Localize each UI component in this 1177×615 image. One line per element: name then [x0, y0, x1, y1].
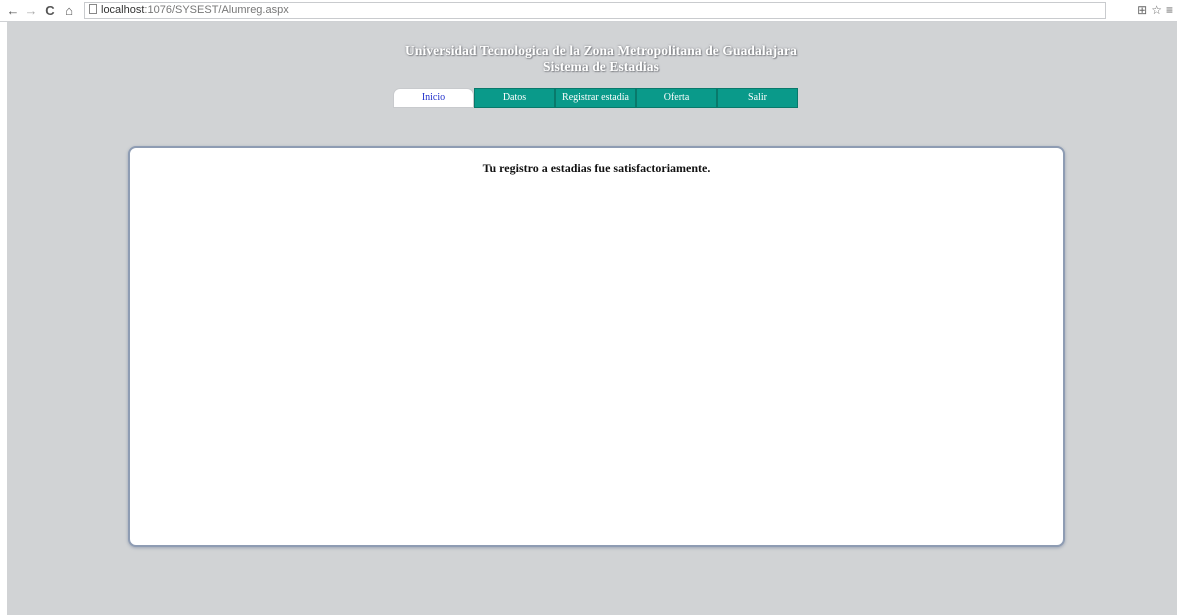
back-arrow-icon[interactable]: ←: [6, 2, 20, 19]
browser-actions: ⊞ ☆ ≡: [1133, 2, 1173, 19]
forward-arrow-icon[interactable]: →: [24, 2, 38, 19]
browser-toolbar: ← → C ⌂ localhost:1076/SYSEST/Alumreg.as…: [0, 0, 1177, 22]
menu-item-inicio[interactable]: Inicio: [393, 88, 474, 108]
menu-icon[interactable]: ≡: [1166, 3, 1173, 17]
url-host: localhost: [101, 4, 145, 16]
page-body: Universidad Tecnologica de la Zona Metro…: [7, 22, 1177, 615]
site-subtitle: Sistema de Estadias: [543, 59, 659, 74]
home-icon[interactable]: ⌂: [62, 2, 76, 19]
success-message: Tu registro a estadias fue satisfactoria…: [482, 161, 711, 175]
address-bar[interactable]: localhost:1076/SYSEST/Alumreg.aspx: [84, 2, 1106, 19]
menu-item-datos[interactable]: Datos: [474, 88, 555, 108]
star-icon[interactable]: ☆: [1151, 3, 1162, 17]
main-menu: Inicio Datos Registrar estadía Oferta Sa…: [393, 88, 798, 108]
url-path: :1076/SYSEST/Alumreg.aspx: [144, 4, 289, 16]
translate-icon[interactable]: ⊞: [1137, 3, 1147, 17]
page-icon: [89, 4, 97, 14]
content-panel: Tu registro a estadias fue satisfactoria…: [128, 146, 1065, 547]
menu-item-registrar-estadia[interactable]: Registrar estadía: [555, 88, 636, 108]
menu-item-oferta[interactable]: Oferta: [636, 88, 717, 108]
menu-item-salir[interactable]: Salir: [717, 88, 798, 108]
site-title: Universidad Tecnologica de la Zona Metro…: [405, 43, 797, 58]
reload-icon[interactable]: C: [44, 2, 56, 19]
